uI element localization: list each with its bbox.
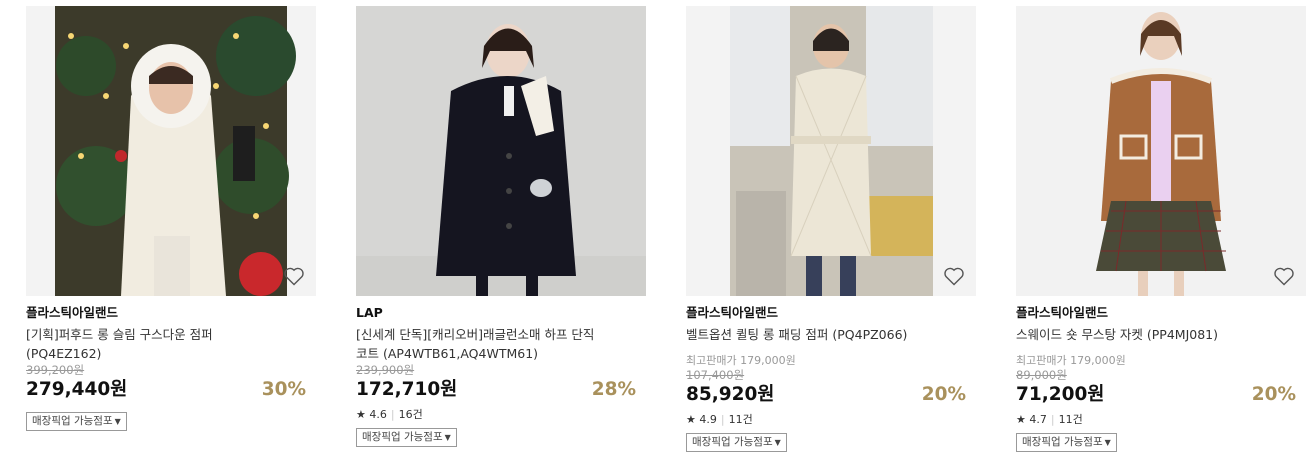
product-card[interactable]: 플라스틱아일랜드 벨트옵션 퀼팅 롱 패딩 점퍼 (PQ4PZ066) 최고판매… — [686, 6, 976, 452]
sale-price: 85,920원 — [686, 384, 775, 405]
product-grid: 플라스틱아일랜드 [기획]퍼후드 롱 슬림 구스다운 점퍼 (PQ4EZ162)… — [0, 0, 1309, 461]
rating-row: ★ 4.9 | 11건 — [686, 413, 976, 427]
rating-value: 4.9 — [699, 413, 717, 426]
best-price: 최고판매가 179,000원 — [1016, 354, 1126, 367]
divider: | — [1050, 413, 1055, 426]
best-price: 최고판매가 179,000원 — [686, 354, 796, 367]
store-pickup-dropdown[interactable]: 매장픽업 가능점포 ▼ — [26, 412, 127, 431]
rating-value: 4.7 — [1029, 413, 1047, 426]
product-image[interactable] — [1016, 6, 1306, 296]
heart-outline-icon[interactable] — [942, 264, 966, 288]
heart-outline-icon[interactable] — [282, 264, 306, 288]
store-pickup-label: 매장픽업 가능점포 — [692, 436, 773, 448]
discount-rate: 28% — [591, 379, 636, 400]
rating-row: ★ 4.6 | 16건 — [356, 408, 646, 422]
caret-down-icon: ▼ — [114, 417, 121, 426]
store-pickup-dropdown[interactable]: 매장픽업 가능점포 ▼ — [356, 428, 457, 447]
caret-down-icon: ▼ — [444, 433, 451, 442]
discount-rate: 30% — [261, 379, 306, 400]
product-photo — [1016, 6, 1306, 296]
product-image[interactable] — [356, 6, 646, 296]
original-price: 399,200원 — [26, 363, 85, 377]
original-price: 239,900원 — [356, 363, 415, 377]
original-price: 89,000원 — [1016, 368, 1067, 382]
rating-value: 4.6 — [369, 408, 387, 421]
product-brand[interactable]: 플라스틱아일랜드 — [1016, 305, 1306, 321]
product-card[interactable]: LAP [신세계 단독][캐리오버]래글런소매 하프 단직 코트 (AP4WTB… — [356, 6, 646, 447]
heart-outline-icon[interactable] — [1272, 264, 1296, 288]
star-icon: ★ — [686, 413, 696, 426]
product-name[interactable]: 스웨이드 숏 무스탕 자켓 (PP4MJ081) — [1016, 325, 1281, 344]
discount-rate: 20% — [1251, 384, 1296, 405]
store-pickup-dropdown[interactable]: 매장픽업 가능점포 ▼ — [1016, 433, 1117, 452]
rating-row: ★ 4.7 | 11건 — [1016, 413, 1306, 427]
review-count[interactable]: 11건 — [1059, 413, 1083, 426]
product-name[interactable]: 벨트옵션 퀼팅 롱 패딩 점퍼 (PQ4PZ066) — [686, 325, 951, 344]
product-image[interactable] — [686, 6, 976, 296]
product-brand[interactable]: 플라스틱아일랜드 — [686, 305, 976, 321]
product-card[interactable]: 플라스틱아일랜드 [기획]퍼후드 롱 슬림 구스다운 점퍼 (PQ4EZ162)… — [26, 6, 316, 431]
star-icon: ★ — [356, 408, 366, 421]
divider: | — [720, 413, 725, 426]
store-pickup-dropdown[interactable]: 매장픽업 가능점포 ▼ — [686, 433, 787, 452]
product-name[interactable]: [기획]퍼후드 롱 슬림 구스다운 점퍼 (PQ4EZ162) — [26, 325, 291, 363]
sale-price: 71,200원 — [1016, 384, 1105, 405]
caret-down-icon: ▼ — [774, 438, 781, 447]
sale-price: 279,440원 — [26, 379, 128, 400]
product-brand[interactable]: LAP — [356, 305, 646, 321]
original-price: 107,400원 — [686, 368, 745, 382]
store-pickup-label: 매장픽업 가능점포 — [362, 431, 443, 443]
product-photo — [26, 6, 316, 296]
sale-price: 172,710원 — [356, 379, 458, 400]
product-image[interactable] — [26, 6, 316, 296]
star-icon: ★ — [1016, 413, 1026, 426]
product-card[interactable]: 플라스틱아일랜드 스웨이드 숏 무스탕 자켓 (PP4MJ081) 최고판매가 … — [1016, 6, 1306, 452]
product-photo — [686, 6, 976, 296]
discount-rate: 20% — [921, 384, 966, 405]
store-pickup-label: 매장픽업 가능점포 — [1022, 436, 1103, 448]
review-count[interactable]: 11건 — [729, 413, 753, 426]
product-photo — [356, 6, 646, 296]
product-brand[interactable]: 플라스틱아일랜드 — [26, 305, 316, 321]
divider: | — [390, 408, 395, 421]
product-name[interactable]: [신세계 단독][캐리오버]래글런소매 하프 단직 코트 (AP4WTB61,A… — [356, 325, 621, 363]
store-pickup-label: 매장픽업 가능점포 — [32, 415, 113, 427]
review-count[interactable]: 16건 — [399, 408, 423, 421]
caret-down-icon: ▼ — [1104, 438, 1111, 447]
